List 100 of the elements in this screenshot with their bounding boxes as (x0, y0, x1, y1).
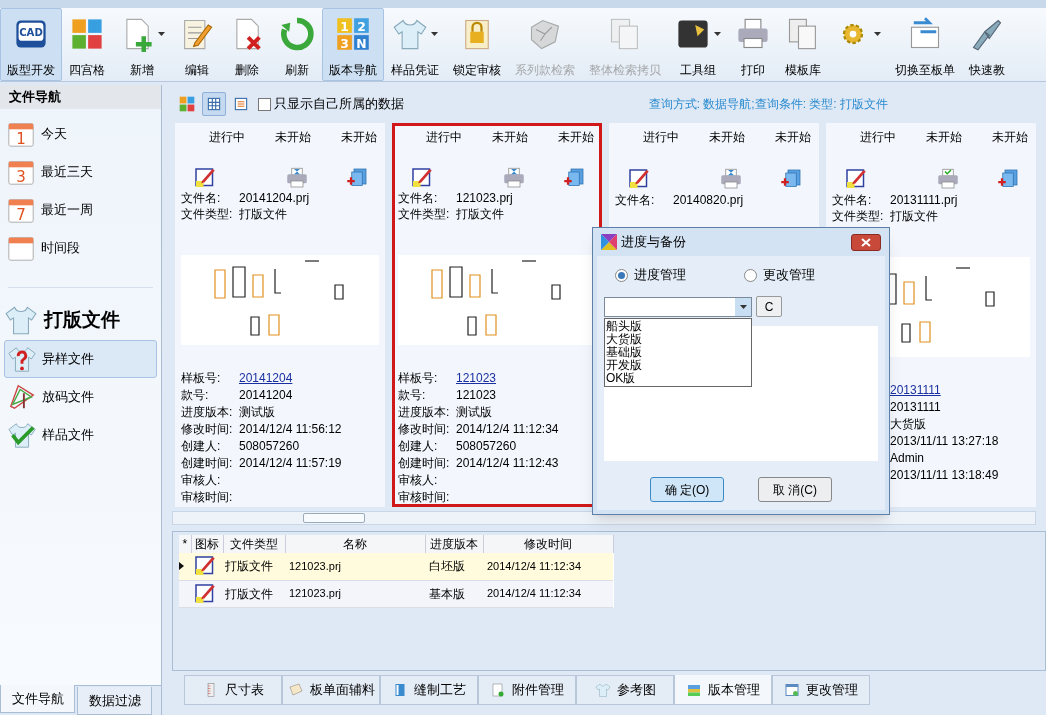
field-value: 508057260 (456, 437, 517, 455)
status-label: 未开始 (340, 129, 378, 146)
field-value: 大货版 (890, 415, 926, 433)
status-label: 未开始 (274, 129, 312, 146)
checkbox[interactable] (258, 97, 271, 111)
table-row[interactable]: 打版文件 121023.prj 基本版 2014/12/4 11:12:34 (179, 580, 613, 607)
toolbar-button[interactable]: 刷新 (272, 8, 322, 81)
dialog-button[interactable]: 取 消(C) (758, 477, 832, 502)
status-label: 进行中 (642, 129, 680, 146)
field-value: 2014/12/4 11:56:12 (239, 420, 342, 438)
sidebar-item[interactable]: 异样文件 (4, 340, 157, 378)
dropdown-field[interactable] (604, 296, 752, 317)
toolbar-button[interactable]: CAD 版型开发 (0, 8, 62, 81)
row-pointer-icon (179, 562, 184, 571)
sidebar-item[interactable]: 时间段 (4, 229, 157, 267)
field-label: 审核人: (398, 471, 439, 489)
template-link[interactable]: 20131111 (890, 380, 941, 399)
list-view-icon (232, 95, 250, 113)
field-value: 2014/12/4 11:57:19 (239, 454, 342, 472)
table-row[interactable]: 打版文件 121023.prj 白坯版 2014/12/4 11:12:34 (179, 553, 613, 580)
status-label: 未开始 (708, 129, 746, 146)
toolbar-button[interactable]: 1 2 3 N 版本导航 (322, 8, 384, 81)
dropdown-option[interactable]: 基础版 (606, 346, 751, 359)
status-label: 进行中 (859, 129, 897, 146)
field-label: 审核时间: (398, 488, 451, 506)
panel-tab[interactable]: 文件导航 (0, 685, 75, 713)
edit-document-icon (844, 167, 868, 191)
tab[interactable]: 参考图 (576, 675, 674, 705)
toolbar-button[interactable]: 新增 (112, 8, 172, 81)
tab[interactable]: 更改管理 (772, 675, 870, 705)
close-icon (861, 237, 871, 247)
field-label: 进度版本: (398, 403, 451, 421)
dropdown-option[interactable]: OK版 (606, 372, 751, 385)
field-label: 创建时间: (181, 454, 234, 472)
dropdown-list[interactable]: 船头版 大货版 基础版 开发版 OK版 (604, 318, 752, 387)
dropdown-option[interactable]: 开发版 (606, 359, 751, 372)
status-label: 进行中 (208, 129, 246, 146)
sidebar-item[interactable]: 3 最近三天 (4, 153, 157, 191)
field-value: 2014/12/4 11:12:43 (456, 454, 559, 472)
panel-title: 文件导航 (0, 85, 161, 109)
tab[interactable]: 附件管理 (478, 675, 576, 705)
tab[interactable]: 板单面辅料 (282, 675, 380, 705)
field-value: 20141204 (239, 386, 293, 404)
edit-document-icon (193, 581, 217, 606)
edit-document-icon (627, 167, 651, 191)
field-label: 文件名: (181, 190, 222, 207)
template-link[interactable]: 121023 (456, 368, 497, 387)
toolbar-button[interactable]: 编辑 (172, 8, 222, 81)
checkbox-label: 只显示自己所属的数据 (274, 95, 404, 114)
radio-button[interactable] (615, 268, 628, 282)
radio-button[interactable] (744, 268, 757, 282)
status-label: 未开始 (491, 129, 529, 146)
dialog-button[interactable]: 确 定(O) (650, 477, 724, 502)
toolbar-button[interactable]: 快速教 (962, 8, 1012, 81)
shirt-icon (392, 16, 428, 52)
field-label: 审核人: (181, 471, 222, 489)
scrollbar[interactable] (172, 511, 1036, 525)
tab[interactable]: 版本管理 (674, 675, 772, 705)
file-card[interactable]: 进行中 未开始 未开始 文件名: 20141204.prj 文件类型: 打版文件 样板号: 20141204 款号: 20141204 进度版本: 测试版 修改时间: 2014/12/4 11:56:12 创建人: 508057260 创建时间: 2014/12/4 11:57:19 审核人: 审核时间: (175, 123, 385, 507)
field-value: 508057260 (239, 437, 300, 455)
sidebar-item[interactable]: 7 最近一周 (4, 191, 157, 229)
toolbar-button[interactable]: 切换至板单 (888, 8, 962, 81)
panel-tab[interactable]: 数据过滤 (77, 687, 152, 715)
field-value: Admin (890, 449, 924, 467)
template-link[interactable]: 20141204 (239, 368, 293, 387)
field-label: 审核时间: (181, 488, 234, 506)
toolbar-button[interactable]: 模板库 (778, 8, 828, 81)
field-label: 文件名: (615, 192, 656, 209)
status-label: 未开始 (774, 129, 812, 146)
file-card[interactable]: 进行中 未开始 未开始 文件名: 121023.prj 文件类型: 打版文件 样板号: 121023 款号: 121023 进度版本: 测试版 修改时间: 2014/12/4 11:12:34 创建人: 508057260 创建时间: 2014/12/4 11:12:43 审核人: 审核时间: (392, 123, 602, 507)
tiles-icon (69, 16, 105, 52)
toolbar-button[interactable]: 工具组 (668, 8, 728, 81)
toolbar-button[interactable]: 锁定审核 (446, 8, 508, 81)
dropdown-option[interactable]: 大货版 (606, 333, 751, 346)
refresh-icon (279, 16, 315, 52)
clear-button[interactable]: C (756, 296, 782, 317)
status-label: 未开始 (925, 129, 963, 146)
toolbar-button[interactable]: 四宫格 (62, 8, 112, 81)
field-value: 打版文件 (890, 208, 938, 225)
field-value: 20131111 (890, 398, 941, 416)
edit-document-icon (410, 166, 434, 190)
status-label: 未开始 (557, 129, 595, 146)
tab[interactable]: 尺寸表 (184, 675, 282, 705)
dropdown-option[interactable]: 船头版 (606, 320, 751, 333)
field-value: 121023.prj (456, 190, 513, 207)
sidebar-item[interactable]: 样品文件 (4, 416, 157, 454)
field-value: 2014/12/4 11:12:34 (456, 420, 559, 438)
table-cell: 打版文件 (223, 553, 285, 580)
radio-label: 进度管理 (634, 266, 686, 285)
sidebar-item[interactable]: 放码文件 (4, 378, 157, 416)
fabric-icon (287, 682, 304, 698)
sidebar-item[interactable]: 1 今天 (4, 115, 157, 153)
field-value: 测试版 (456, 403, 492, 421)
toolbar-button[interactable]: 删除 (222, 8, 272, 81)
table-cell: 打版文件 (223, 580, 285, 607)
close-button[interactable] (851, 233, 881, 251)
toolbar-button[interactable]: 打印 (728, 8, 778, 81)
toolbar-button[interactable]: 样品凭证 (384, 8, 446, 81)
tab[interactable]: 缝制工艺 (380, 675, 478, 705)
view-button[interactable] (202, 92, 226, 116)
